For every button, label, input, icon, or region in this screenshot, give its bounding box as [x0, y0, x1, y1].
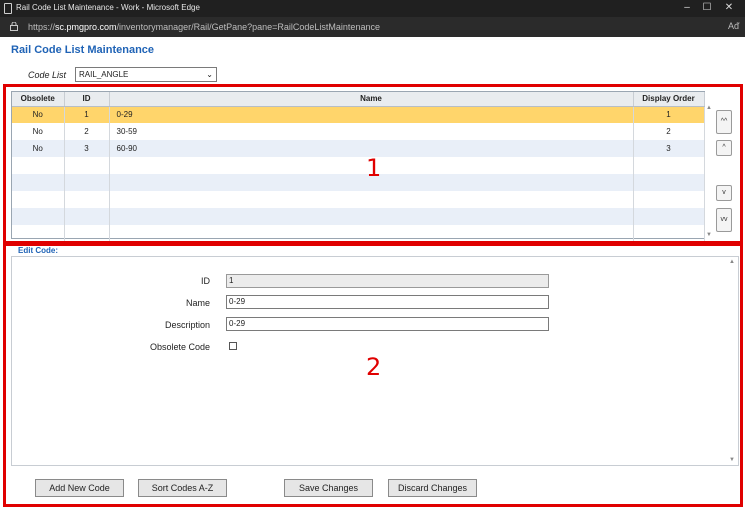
page-icon [4, 3, 12, 14]
chevron-down-icon: ⌄ [206, 70, 213, 79]
close-icon[interactable]: ✕ [722, 2, 736, 15]
window-titlebar: Rail Code List Maintenance - Work - Micr… [0, 0, 745, 17]
code-list-label: Code List [28, 70, 67, 80]
url-path: /inventorymanager/Rail/GetPane?pane=Rail… [116, 22, 380, 32]
code-list-value: RAIL_ANGLE [79, 70, 129, 79]
minimize-icon[interactable]: – [680, 2, 694, 15]
address-bar: https://sc.pmgpro.com/inventorymanager/R… [0, 17, 745, 37]
page-title: Rail Code List Maintenance [11, 44, 155, 56]
callout-1: 1 [366, 154, 382, 182]
lock-icon [10, 22, 18, 31]
read-aloud-icon[interactable]: Aᵭ [728, 21, 739, 31]
url-field[interactable]: https://sc.pmgpro.com/inventorymanager/R… [28, 22, 380, 32]
code-list-select[interactable]: RAIL_ANGLE ⌄ [75, 67, 217, 82]
window-title: Rail Code List Maintenance - Work - Micr… [16, 3, 200, 12]
maximize-icon[interactable]: ☐ [700, 2, 714, 15]
url-host: sc.pmgpro.com [55, 22, 117, 32]
url-prefix: https:// [28, 22, 56, 32]
callout-2: 2 [366, 353, 382, 381]
